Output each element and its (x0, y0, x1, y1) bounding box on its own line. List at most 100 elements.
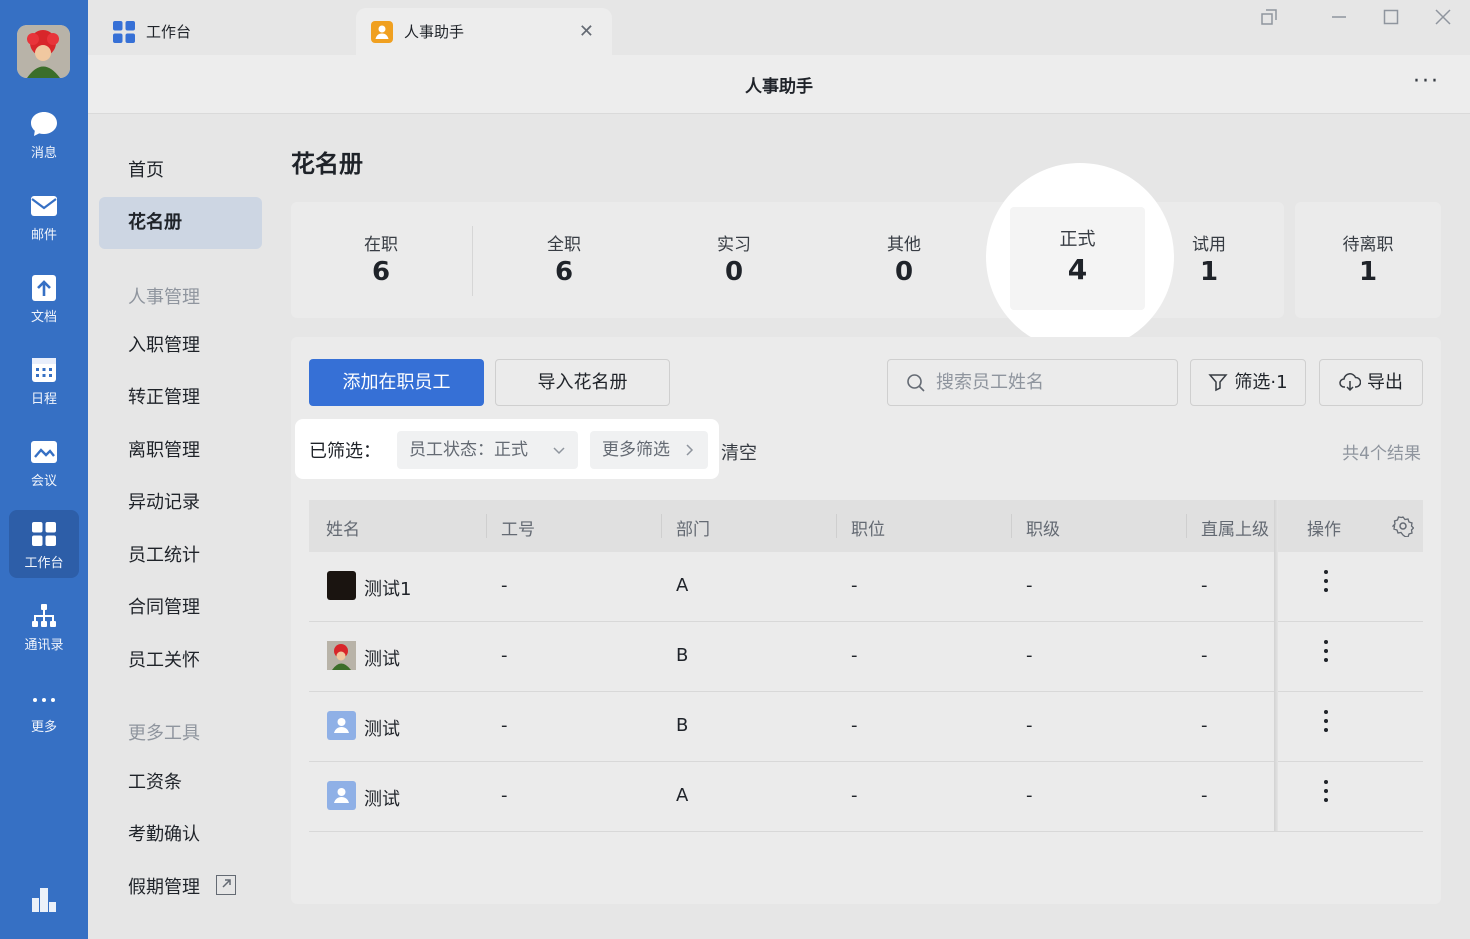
stat-intern[interactable]: 实习 0 (674, 230, 794, 287)
rail-item-messages[interactable]: 消息 (9, 100, 79, 168)
tab-hr-assistant[interactable]: 人事助手 ✕ (356, 8, 612, 55)
chat-bubble-icon (31, 112, 57, 136)
active-filters-label: 已筛选： (309, 441, 381, 462)
nav-item-regularization[interactable]: 转正管理 (99, 372, 262, 424)
column-header-position: 职位 (851, 520, 885, 540)
table-row[interactable]: 测试1 - A - - - (309, 552, 1423, 622)
tab-bar: 工作台 人事助手 ✕ (88, 0, 1470, 55)
export-button[interactable]: 导出 (1319, 359, 1423, 406)
rail-label: 更多 (30, 720, 57, 735)
stat-formal[interactable]: 正式 4 (1010, 207, 1145, 310)
add-employee-button[interactable]: 添加在职员工 (309, 359, 484, 406)
rail-item-docs[interactable]: 文档 (9, 264, 79, 332)
stat-other[interactable]: 其他 0 (844, 230, 964, 287)
nav-item-care[interactable]: 员工关怀 (99, 635, 262, 687)
page-title: 花名册 (291, 150, 363, 178)
table-header: 姓名 工号 部门 职位 职级 直属上级 操作 (309, 500, 1423, 552)
nav-item-contracts[interactable]: 合同管理 (99, 582, 262, 634)
table-row[interactable]: 测试 - B - - - (309, 622, 1423, 692)
stat-label: 全职 (547, 235, 581, 255)
rail-item-calendar[interactable]: 日程 (9, 346, 79, 414)
rail-item-meeting[interactable]: 会议 (9, 428, 79, 496)
active-filters: 已筛选： 员工状态：正式 更多筛选 (295, 419, 719, 479)
rail-label: 会议 (30, 474, 57, 489)
filter-icon (1208, 374, 1229, 392)
tab-label: 人事助手 (404, 23, 465, 41)
nav-item-statistics[interactable]: 员工统计 (99, 530, 262, 582)
mail-icon (31, 196, 57, 216)
rail-item-contacts[interactable]: 通讯录 (9, 592, 79, 660)
employee-avatar (327, 641, 356, 670)
search-placeholder: 搜索员工姓名 (936, 372, 1044, 393)
search-input[interactable]: 搜索员工姓名 (887, 359, 1178, 406)
rail-label: 通讯录 (24, 638, 64, 653)
stat-active[interactable]: 在职 6 (321, 230, 441, 287)
more-filters-chip[interactable]: 更多筛选 (590, 431, 708, 469)
cell-manager: - (1201, 575, 1208, 596)
nav-group-tools: 更多工具 (128, 723, 200, 744)
hr-assistant-icon (370, 20, 394, 44)
clear-filters-link[interactable]: 清空 (721, 439, 757, 465)
cell-position: - (851, 785, 858, 806)
rail-item-workbench[interactable]: 工作台 (9, 510, 79, 578)
row-actions-icon[interactable] (1322, 640, 1330, 667)
rail-stats-icon[interactable] (30, 884, 58, 918)
cell-position: - (851, 645, 858, 666)
stat-label: 在职 (364, 235, 398, 255)
user-avatar[interactable] (17, 25, 70, 78)
nav-item-home[interactable]: 首页 (99, 145, 262, 197)
export-button-label: 导出 (1367, 372, 1403, 393)
org-chart-icon (32, 604, 56, 627)
cell-id: - (501, 715, 508, 736)
close-icon[interactable]: ✕ (579, 21, 594, 42)
window-close-icon[interactable] (1430, 4, 1456, 30)
maximize-icon[interactable] (1378, 4, 1404, 30)
cell-name[interactable]: 测试1 (364, 575, 411, 601)
nav-item-attendance[interactable]: 考勤确认 (99, 809, 262, 861)
nav-item-offboarding[interactable]: 离职管理 (99, 425, 262, 477)
settings-gear-icon[interactable] (1392, 515, 1414, 537)
app-title: 人事助手 (745, 77, 813, 97)
rail-item-more[interactable]: 更多 (9, 674, 79, 742)
stat-value: 1 (1358, 257, 1378, 287)
stat-pending-leave[interactable]: 待离职 1 (1308, 230, 1428, 287)
nav-group-hr: 人事管理 (128, 287, 200, 308)
cell-name[interactable]: 测试 (364, 645, 400, 671)
cell-level: - (1026, 645, 1033, 666)
chip-label: 员工状态：正式 (409, 440, 528, 460)
row-actions-icon[interactable] (1322, 710, 1330, 737)
table-row[interactable]: 测试 - B - - - (309, 692, 1423, 762)
status-filter-chip[interactable]: 员工状态：正式 (397, 431, 578, 469)
employee-avatar (327, 571, 356, 600)
row-actions-icon[interactable] (1322, 570, 1330, 597)
minimize-icon[interactable] (1326, 4, 1352, 30)
cell-manager: - (1201, 645, 1208, 666)
cloud-download-icon (1339, 373, 1362, 392)
cell-name[interactable]: 测试 (364, 715, 400, 741)
stat-label: 实习 (717, 235, 751, 255)
column-header-dept: 部门 (676, 520, 710, 540)
tab-label: 工作台 (146, 23, 192, 41)
cell-name[interactable]: 测试 (364, 785, 400, 811)
nav-item-payslip[interactable]: 工资条 (99, 757, 262, 809)
fixed-column-shadow (1274, 500, 1278, 831)
pop-out-icon[interactable] (1256, 4, 1282, 30)
cell-dept: B (676, 645, 689, 666)
search-icon (907, 374, 925, 392)
stat-divider (472, 226, 473, 296)
nav-item-leave[interactable]: 假期管理 (99, 862, 262, 914)
stat-fulltime[interactable]: 全职 6 (504, 230, 624, 287)
more-dots-icon (33, 698, 55, 702)
nav-item-changes[interactable]: 异动记录 (99, 477, 262, 529)
more-menu-icon[interactable]: ··· (1413, 69, 1440, 94)
import-roster-button[interactable]: 导入花名册 (495, 359, 670, 406)
filter-button[interactable]: 筛选·1 (1190, 359, 1306, 406)
table-row[interactable]: 测试 - A - - - (309, 762, 1423, 832)
nav-item-roster[interactable]: 花名册 (99, 197, 262, 249)
row-actions-icon[interactable] (1322, 780, 1330, 807)
default-avatar-icon (327, 781, 356, 810)
tab-workbench[interactable]: 工作台 (112, 8, 191, 55)
nav-item-onboarding[interactable]: 入职管理 (99, 320, 262, 372)
column-header-manager: 直属上级 (1201, 520, 1269, 540)
rail-item-mail[interactable]: 邮件 (9, 182, 79, 250)
